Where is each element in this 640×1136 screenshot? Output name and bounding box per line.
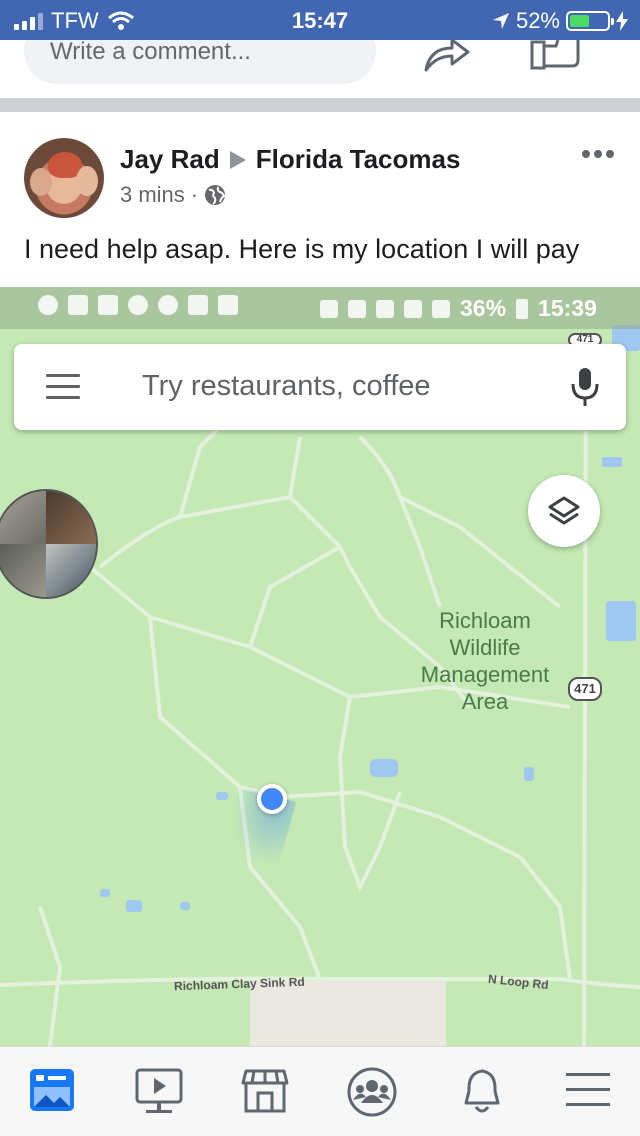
map-battery-icon — [516, 298, 529, 319]
status-bar: TFW 15:47 52% — [0, 0, 640, 40]
comment-row: Write a comment... — [0, 40, 640, 98]
current-location-dot — [257, 784, 287, 814]
author-name[interactable]: Jay Rad — [120, 144, 220, 175]
groups-icon — [347, 1067, 397, 1117]
share-icon[interactable] — [422, 40, 470, 74]
group-name[interactable]: Florida Tacomas — [256, 144, 461, 175]
location-arrow-icon — [492, 13, 509, 29]
hamburger-menu-icon — [46, 374, 80, 407]
post-meta: 3 mins · — [120, 182, 226, 208]
notification-icons — [38, 295, 238, 315]
microphone-icon — [571, 368, 599, 406]
map-screenshot[interactable]: 36% 15:39 471 Try restaurants, coffee Ri… — [0, 287, 640, 1046]
watch-icon — [135, 1068, 183, 1113]
tab-bar — [0, 1046, 640, 1136]
map-search-placeholder: Try restaurants, coffee — [142, 370, 431, 402]
system-icons: 36% 15:39 — [320, 295, 597, 322]
comment-input[interactable]: Write a comment... — [24, 40, 376, 84]
tab-groups[interactable] — [346, 1067, 402, 1119]
map-status-bar: 36% 15:39 — [0, 287, 640, 329]
post-text: I need help asap. Here is my location I … — [24, 234, 580, 264]
map-search-bar: Try restaurants, coffee — [14, 344, 626, 430]
tab-marketplace[interactable] — [240, 1067, 296, 1119]
notifications-icon — [464, 1069, 500, 1113]
meta-separator: · — [190, 182, 199, 207]
post-time[interactable]: 3 mins — [120, 182, 185, 208]
battery-icon — [566, 11, 614, 31]
more-options-icon[interactable] — [582, 150, 614, 158]
tab-watch[interactable] — [134, 1067, 190, 1119]
news-feed-icon — [30, 1069, 74, 1111]
highway-shield: 471 — [568, 677, 602, 701]
post-title: Jay Rad Florida Tacomas — [120, 144, 460, 175]
author-avatar[interactable] — [24, 138, 104, 218]
marketplace-icon — [241, 1069, 289, 1113]
tab-notifications[interactable] — [458, 1067, 514, 1119]
posted-to-arrow-icon — [229, 150, 246, 169]
charging-bolt-icon — [616, 11, 628, 31]
layers-icon — [548, 496, 580, 525]
like-icon[interactable] — [528, 40, 582, 70]
map-battery-percent: 36% — [460, 295, 507, 321]
globe-icon — [205, 185, 226, 205]
section-divider — [0, 98, 640, 112]
photo-bubble — [0, 489, 98, 599]
map-layers-button — [528, 475, 600, 547]
menu-icon — [566, 1073, 610, 1106]
tab-menu[interactable] — [564, 1067, 620, 1119]
map-status-time: 15:39 — [538, 295, 597, 321]
tab-news-feed[interactable] — [28, 1067, 84, 1119]
wildlife-area-label: Richloam Wildlife Management Area — [420, 608, 550, 714]
battery-percent: 52% — [515, 8, 560, 33]
